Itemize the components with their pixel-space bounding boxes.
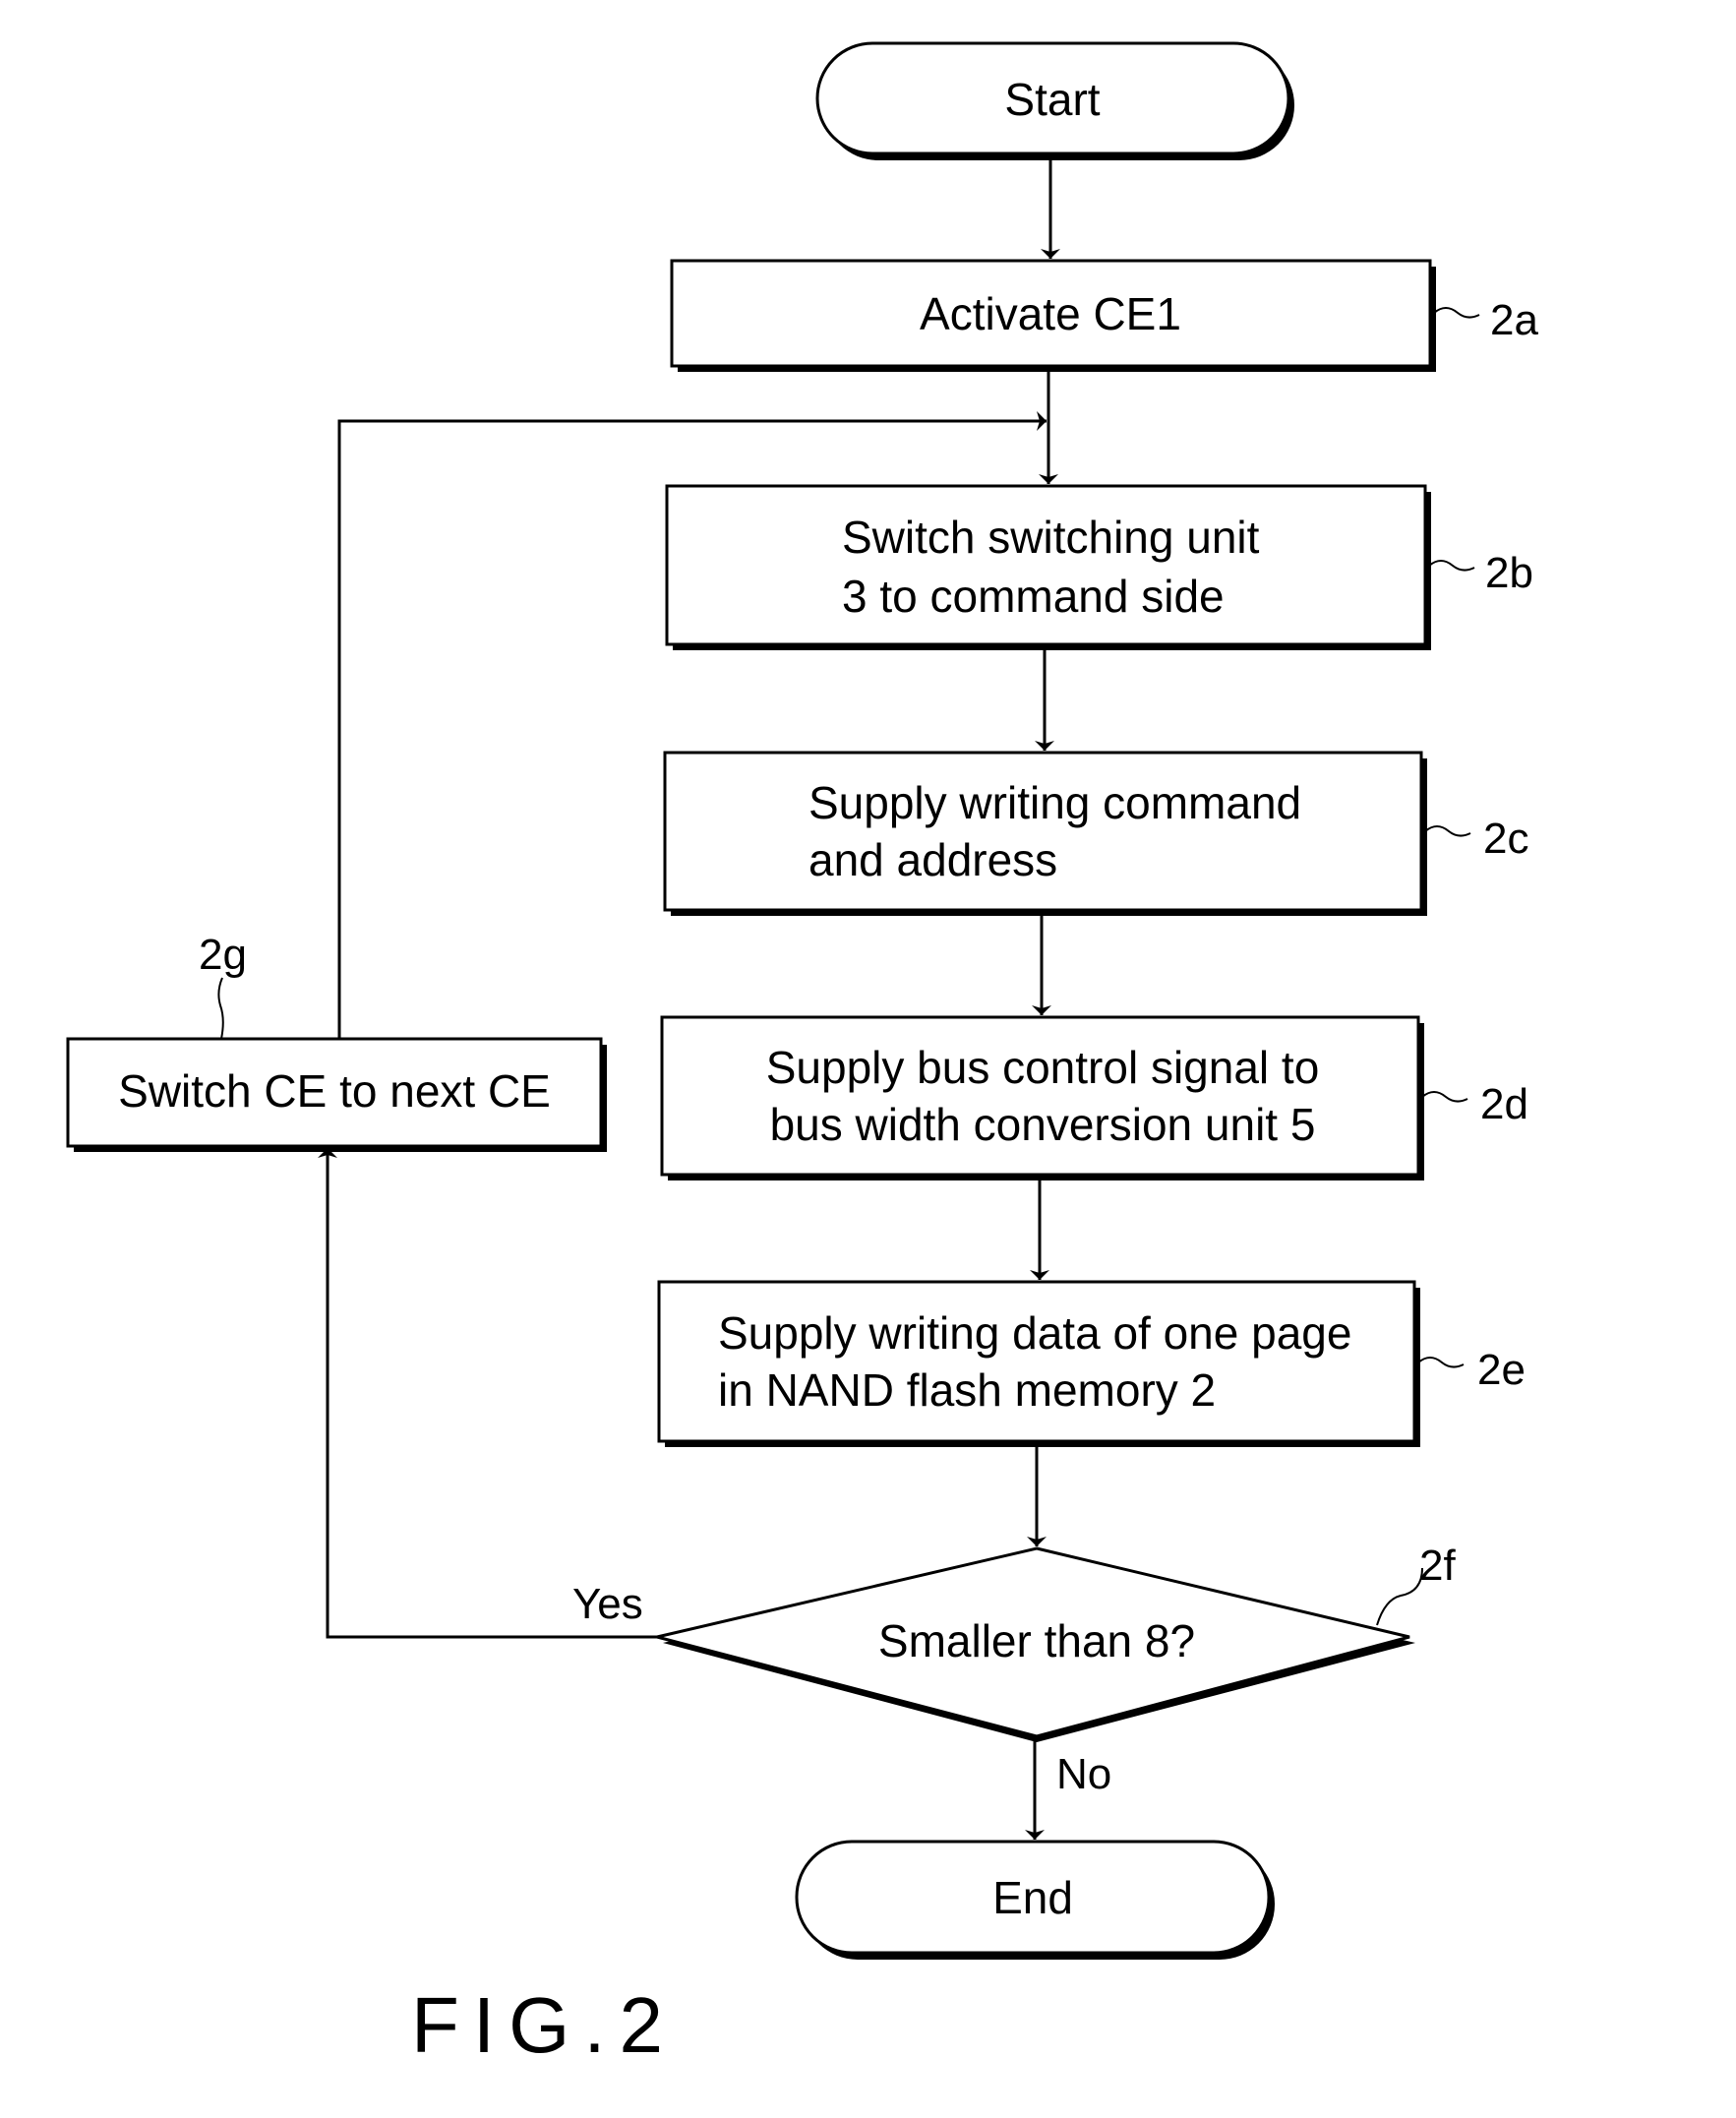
no-label: No bbox=[1056, 1750, 1111, 1798]
leader-2b bbox=[1428, 560, 1475, 572]
ref-label-2d: 2d bbox=[1480, 1080, 1528, 1128]
leader-2d bbox=[1421, 1091, 1468, 1103]
step-2b-text-line2: 3 to command side bbox=[842, 571, 1225, 622]
step-2a-text: Activate CE1 bbox=[920, 288, 1181, 339]
step-box-2b: Switch switching unit 3 to command side bbox=[665, 484, 1431, 650]
step-2e-text-line1: Supply writing data of one page bbox=[718, 1307, 1351, 1359]
arrow-yes-to-2g bbox=[318, 1148, 657, 1639]
step-box-2c: Supply writing command and address bbox=[663, 751, 1427, 916]
step-2e-text-line2: in NAND flash memory 2 bbox=[718, 1364, 1216, 1416]
step-2c-text-line1: Supply writing command bbox=[808, 777, 1301, 828]
end-label: End bbox=[992, 1872, 1073, 1923]
yes-label: Yes bbox=[572, 1580, 643, 1628]
step-2b-text-line1: Switch switching unit bbox=[842, 512, 1260, 563]
figure-caption: FIG.2 bbox=[411, 1981, 677, 2069]
step-2c-text-line2: and address bbox=[808, 834, 1057, 885]
step-box-2g: Switch CE to next CE bbox=[66, 1037, 607, 1152]
step-box-2e: Supply writing data of one page in NAND … bbox=[657, 1280, 1420, 1447]
step-box-2d: Supply bus control signal to bus width c… bbox=[660, 1015, 1424, 1180]
leader-2c bbox=[1424, 825, 1471, 837]
ref-label-2a: 2a bbox=[1490, 296, 1538, 344]
start-terminal: Start bbox=[815, 41, 1294, 160]
end-terminal: End bbox=[795, 1840, 1275, 1960]
flowchart: Start Activate CE1 2a Switch switching u… bbox=[66, 41, 1538, 2069]
ref-label-2f: 2f bbox=[1419, 1542, 1456, 1590]
decision-label: Smaller than 8? bbox=[878, 1615, 1195, 1666]
leader-2e bbox=[1417, 1357, 1465, 1368]
leader-2g bbox=[217, 977, 224, 1040]
decision-diamond-2f: Smaller than 8? bbox=[656, 1546, 1415, 1742]
start-label: Start bbox=[1004, 74, 1100, 125]
ref-label-2c: 2c bbox=[1483, 815, 1528, 863]
ref-label-2g: 2g bbox=[199, 931, 247, 979]
ref-label-2e: 2e bbox=[1477, 1346, 1526, 1394]
leader-2f bbox=[1376, 1567, 1423, 1626]
leader-2a bbox=[1433, 307, 1480, 319]
step-2d-text-line1: Supply bus control signal to bbox=[766, 1042, 1320, 1093]
ref-label-2b: 2b bbox=[1485, 549, 1533, 597]
step-2d-text-line2: bus width conversion unit 5 bbox=[770, 1099, 1316, 1150]
step-2g-text: Switch CE to next CE bbox=[118, 1065, 551, 1117]
step-box-2a: Activate CE1 bbox=[670, 259, 1436, 372]
